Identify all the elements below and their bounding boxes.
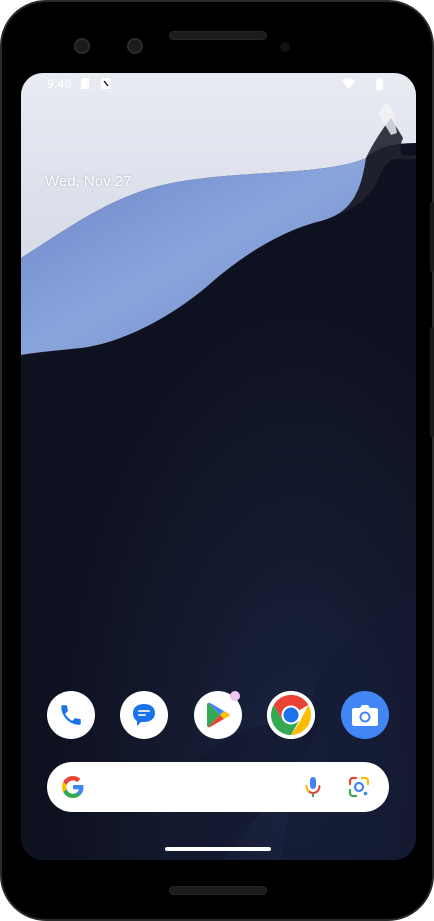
app-dock [21, 691, 416, 739]
google-lens-icon[interactable] [347, 775, 371, 804]
notification-icon [101, 78, 111, 92]
camera-icon [352, 705, 378, 726]
chrome-app[interactable] [267, 691, 315, 739]
bottom-speaker [169, 886, 267, 895]
phone-frame: 9:40 Wed, Nov 27 [0, 0, 434, 921]
top-speaker [169, 31, 267, 40]
home-screen: 9:40 Wed, Nov 27 [21, 73, 416, 860]
power-button [430, 202, 434, 272]
status-bar: 9:40 [21, 73, 416, 95]
play-store-app[interactable] [194, 691, 242, 739]
phone-app[interactable] [47, 691, 95, 739]
google-g-icon[interactable] [61, 775, 85, 804]
front-camera-icon [74, 38, 90, 54]
wifi-icon [342, 78, 355, 92]
proximity-sensor [280, 42, 290, 52]
google-search-bar[interactable] [47, 762, 389, 812]
wallpaper [21, 73, 416, 860]
chrome-icon [267, 691, 315, 739]
phone-icon [61, 705, 81, 725]
play-store-icon [207, 702, 230, 728]
messages-icon [133, 704, 155, 726]
date-widget[interactable]: Wed, Nov 27 [45, 173, 131, 190]
status-time: 9:40 [47, 77, 72, 91]
front-camera-icon [127, 38, 143, 54]
notification-badge [230, 691, 240, 701]
gesture-navigation-bar[interactable] [165, 847, 271, 851]
search-input[interactable] [97, 777, 291, 799]
microphone-icon[interactable] [301, 775, 325, 804]
volume-button [430, 327, 434, 437]
battery-icon [376, 78, 383, 93]
camera-app[interactable] [341, 691, 389, 739]
messages-app[interactable] [120, 691, 168, 739]
sim-card-icon [81, 78, 89, 92]
